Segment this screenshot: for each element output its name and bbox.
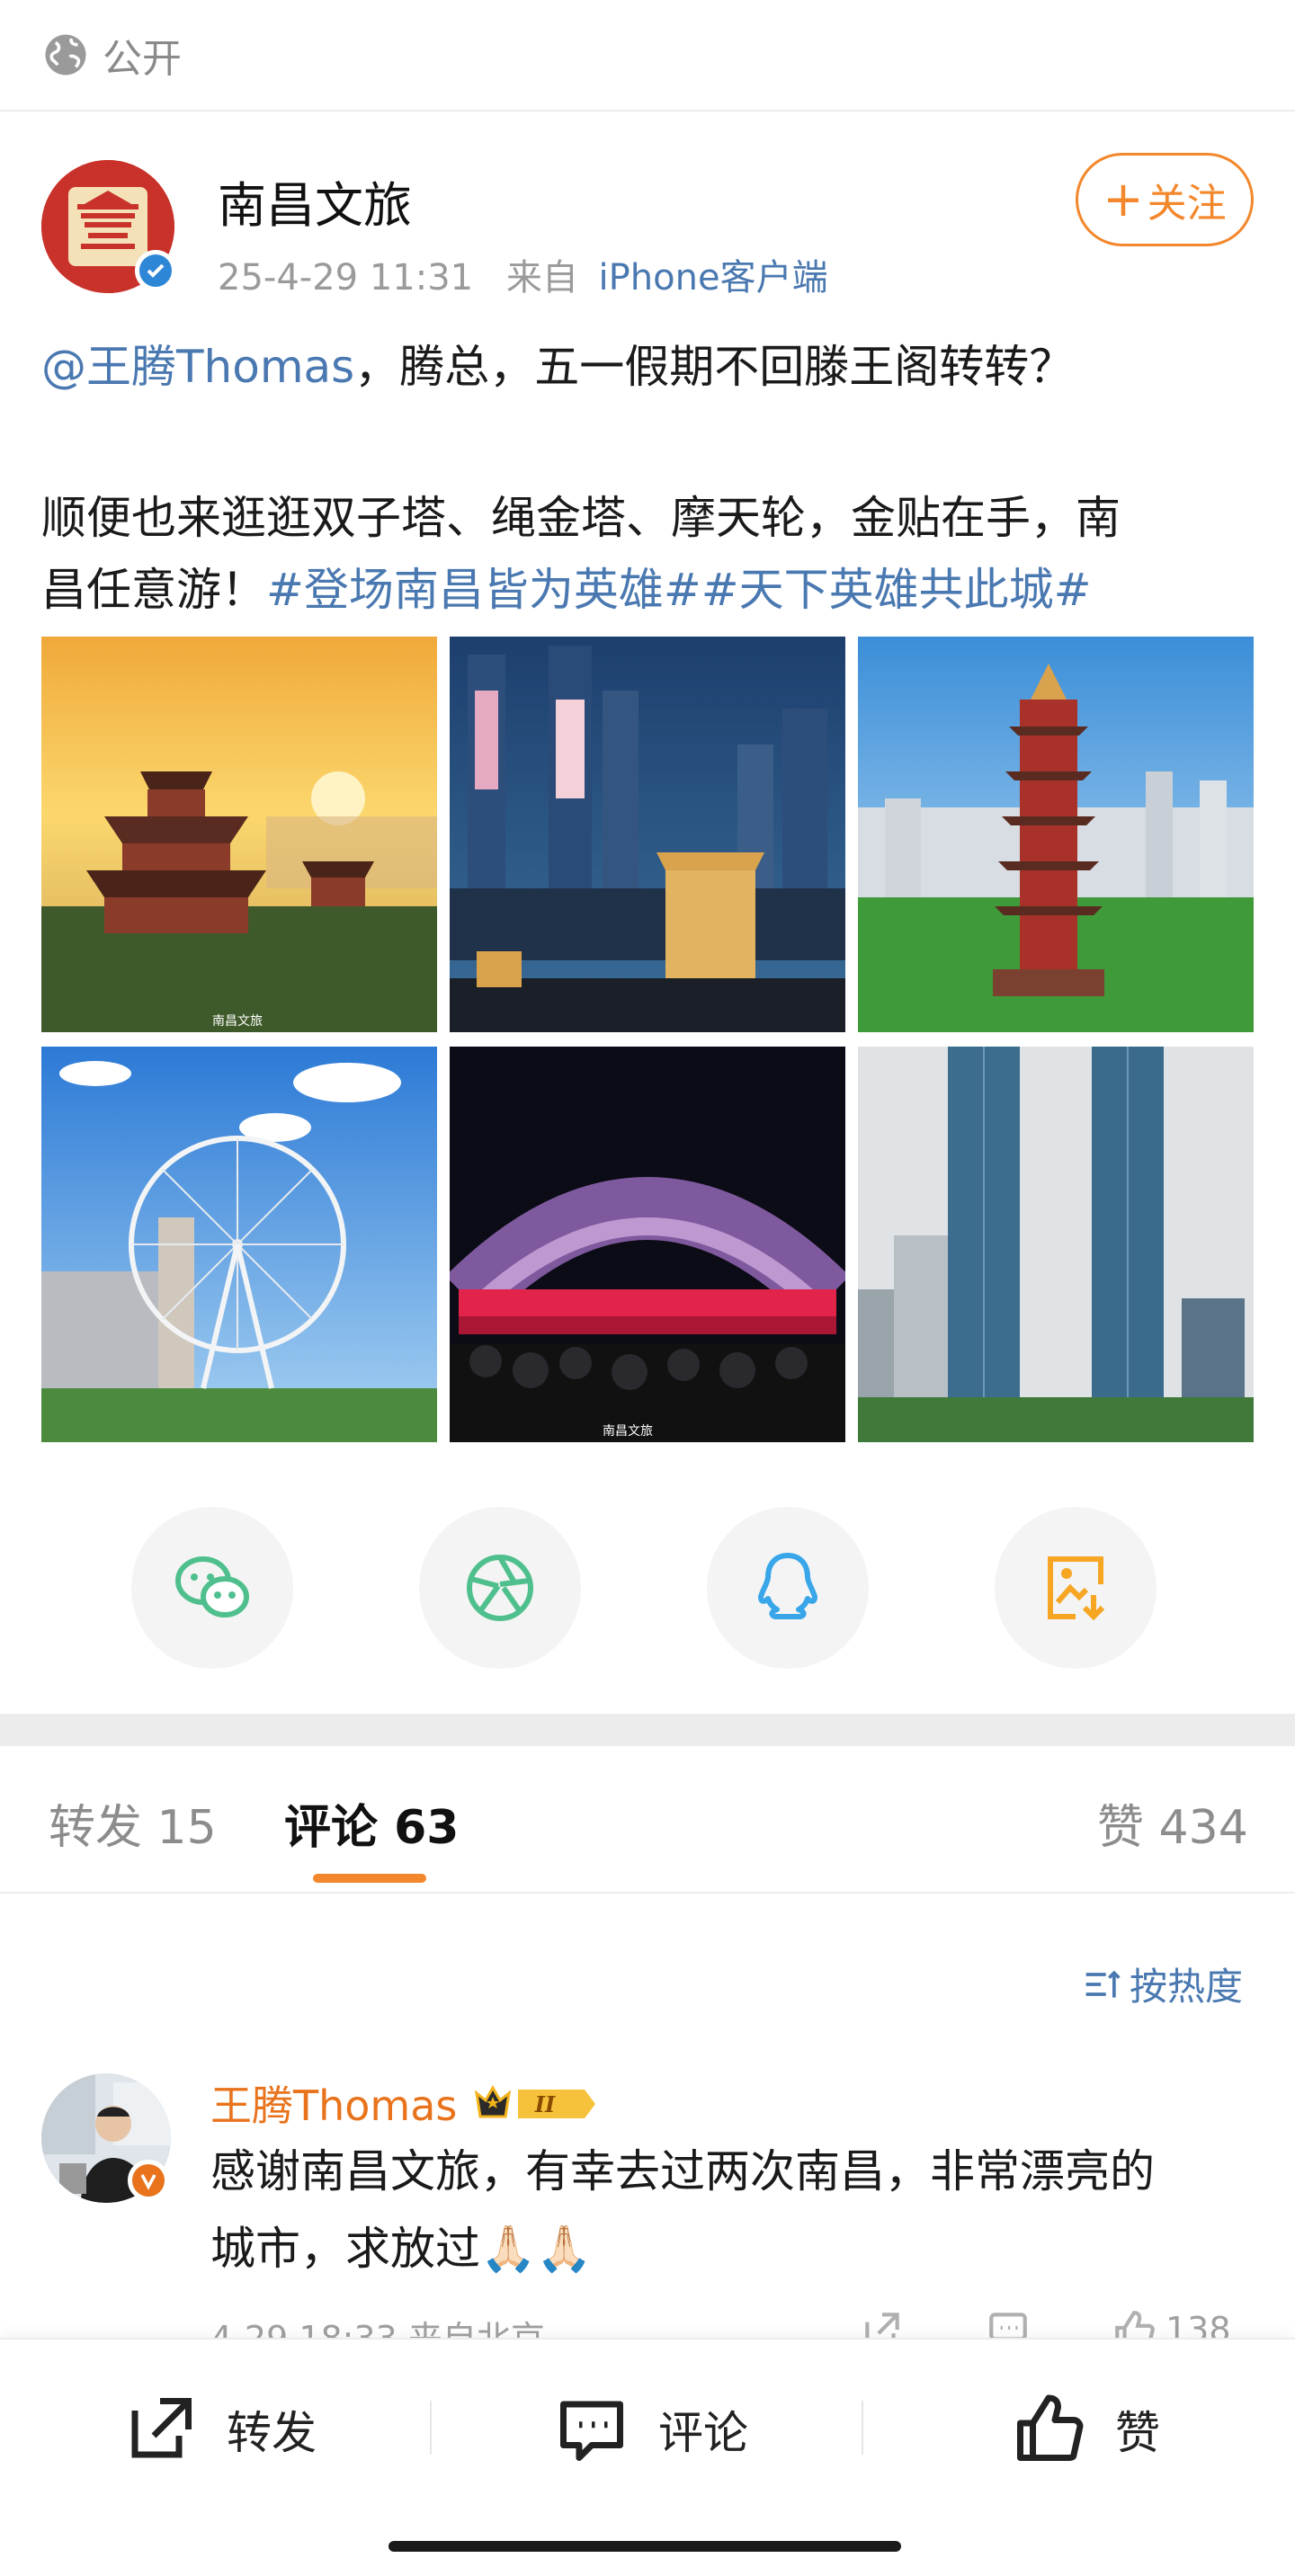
sort-button[interactable]: 按热度 — [1083, 1957, 1243, 2011]
save-image-icon — [1048, 1556, 1105, 1621]
follow-label: 关注 — [1147, 181, 1227, 227]
tab-repost[interactable]: 转发 15 — [49, 1789, 217, 1857]
post-image-5[interactable]: 南昌文旅 — [450, 1047, 845, 1442]
mention-link[interactable]: @王腾Thomas — [41, 341, 354, 393]
commenter-name[interactable]: 王腾Thomas — [210, 2073, 457, 2133]
save-image-button[interactable] — [995, 1507, 1157, 1669]
member-badge-icon: II — [471, 2081, 597, 2126]
like-label: 赞 — [1115, 2407, 1160, 2459]
thumbs-up-icon — [1017, 2394, 1084, 2461]
share-wechat-button[interactable] — [131, 1507, 293, 1669]
comment-text-line-2: 城市，求放过🙏🏻🙏🏻 — [210, 2223, 593, 2275]
post-image-3[interactable] — [858, 637, 1254, 1032]
post-text-1: ，腾总，五一假期不回滕王阁转转？ — [354, 341, 1075, 393]
sort-label: 按热度 — [1130, 1965, 1244, 2009]
tab-repost-label: 转发 — [49, 1801, 143, 1855]
bottom-separator — [862, 2401, 863, 2455]
home-indicator — [388, 2541, 901, 2552]
globe-icon — [45, 34, 86, 76]
sort-icon — [1085, 1970, 1121, 1998]
tab-comments[interactable]: 评论 63 — [284, 1789, 460, 1857]
weibo-post-page: 公开 南昌文旅 25-4-29 11:31 来自 iPhone客户端 + 关注 … — [0, 0, 1295, 2576]
visibility-bar: 公开 — [0, 0, 1295, 111]
moments-icon — [467, 1555, 533, 1621]
hashtag-links[interactable]: #登场南昌皆为英雄##天下英雄共此城# — [266, 564, 1092, 616]
share-qq-button[interactable] — [707, 1507, 869, 1669]
tab-comments-count: 63 — [394, 1801, 460, 1855]
comment-text-line-1: 感谢南昌文旅，有幸去过两次南昌，非常漂亮的 — [210, 2145, 1155, 2197]
post-text-3: 昌任意游！ — [41, 564, 266, 616]
commenter-name-row: 王腾Thomas II — [210, 2073, 597, 2133]
qq-icon — [758, 1553, 817, 1619]
post-text-line-2: 顺便也来逛逛双子塔、绳金塔、摩天轮，金贴在手，南 — [41, 492, 1121, 544]
section-divider — [0, 1714, 1295, 1746]
post-image-2[interactable] — [450, 637, 845, 1032]
badge-level: II — [534, 2091, 556, 2117]
post-image-1[interactable]: 南昌文旅 — [41, 637, 437, 1032]
repost-label: 转发 — [227, 2407, 317, 2459]
like-button[interactable]: 赞 — [1011, 2384, 1160, 2474]
post-source[interactable]: iPhone客户端 — [599, 257, 828, 299]
repost-button[interactable]: 转发 — [122, 2384, 317, 2474]
image-watermark: 南昌文旅 — [212, 1014, 263, 1029]
tab-likes[interactable]: 赞 434 — [1097, 1789, 1248, 1857]
post-text-line-1: @王腾Thomas，腾总，五一假期不回滕王阁转转？ — [41, 331, 1264, 403]
tab-likes-label: 赞 — [1097, 1801, 1145, 1855]
tab-comments-label: 评论 — [284, 1801, 379, 1855]
comment-button[interactable]: 评论 — [554, 2384, 748, 2474]
bottom-separator — [430, 2401, 432, 2455]
plus-icon: + — [1103, 171, 1144, 227]
active-tab-indicator — [313, 1874, 426, 1883]
repost-icon — [131, 2398, 192, 2458]
visibility-label: 公开 — [103, 36, 182, 82]
post-image-4[interactable] — [41, 1047, 437, 1442]
image-watermark: 南昌文旅 — [603, 1424, 653, 1439]
author-name[interactable]: 南昌文旅 — [218, 165, 412, 236]
verified-badge-icon — [135, 250, 176, 291]
share-moments-button[interactable] — [419, 1507, 581, 1669]
source-prefix: 来自 — [505, 257, 578, 299]
tabs-divider — [0, 1892, 1295, 1894]
tab-repost-count: 15 — [156, 1801, 217, 1855]
post-meta: 25-4-29 11:31 来自 iPhone客户端 — [218, 248, 828, 300]
follow-button[interactable]: + 关注 — [1076, 153, 1254, 246]
post-image-6[interactable] — [858, 1047, 1254, 1442]
comment-icon — [560, 2401, 623, 2461]
vip-verified-icon — [128, 2160, 169, 2201]
tab-likes-count: 434 — [1158, 1801, 1248, 1855]
wechat-icon — [175, 1556, 249, 1618]
post-text-line-3: 昌任意游！#登场南昌皆为英雄##天下英雄共此城# — [41, 554, 1264, 626]
comment-label: 评论 — [658, 2407, 748, 2459]
post-date: 25-4-29 11:31 — [218, 257, 474, 299]
